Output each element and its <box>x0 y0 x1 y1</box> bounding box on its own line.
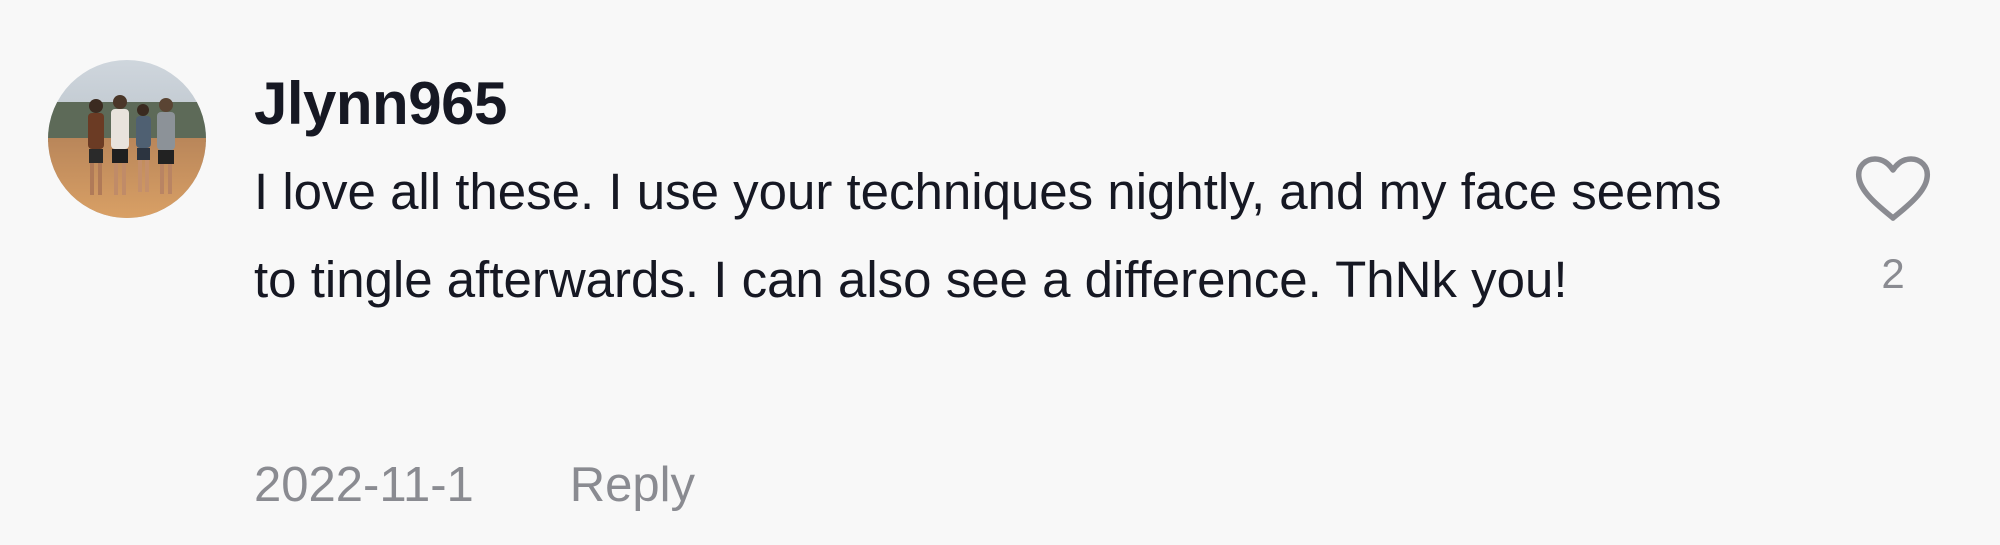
like-section: 2 <box>1855 156 1931 299</box>
comment-item: Jlynn965 I love all these. I use your te… <box>0 0 2000 545</box>
comment-body: Jlynn965 I love all these. I use your te… <box>254 64 1754 324</box>
comment-meta: 2022-11-1 Reply <box>254 452 695 518</box>
like-count: 2 <box>1881 250 1905 297</box>
comment-username[interactable]: Jlynn965 <box>254 64 1754 144</box>
reply-button[interactable]: Reply <box>570 452 695 518</box>
avatar-photo <box>48 60 206 218</box>
comment-text: I love all these. I use your techniques … <box>254 163 1722 308</box>
heart-outline-icon[interactable] <box>1855 156 1931 227</box>
user-avatar[interactable] <box>48 60 206 218</box>
comment-date: 2022-11-1 <box>254 458 474 512</box>
